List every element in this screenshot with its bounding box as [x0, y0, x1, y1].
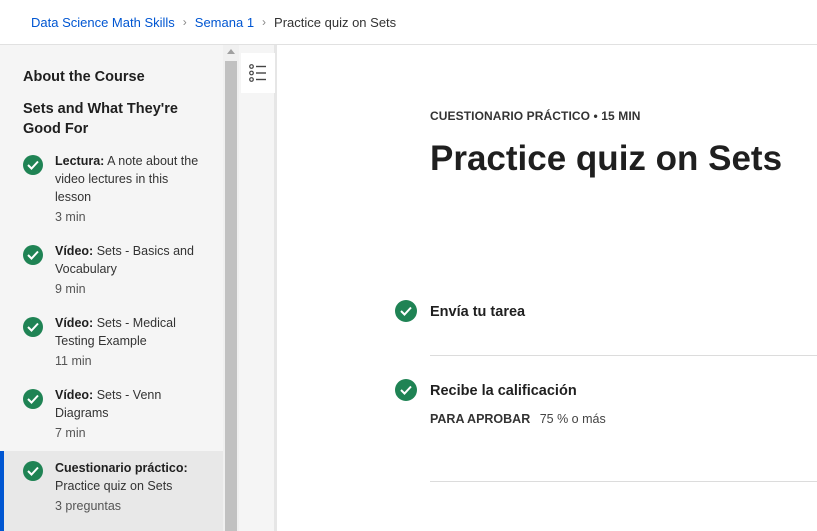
sidebar-scrollbar[interactable] [223, 45, 239, 531]
sidebar-item-label: Vídeo: Sets - Basics and Vocabulary [55, 242, 205, 278]
item-type: Cuestionario práctico: [55, 461, 188, 475]
list-outline-icon [249, 64, 266, 82]
check-circle-icon [23, 317, 43, 337]
breadcrumb-week-link[interactable]: Semana 1 [195, 15, 254, 30]
check-circle-icon [23, 389, 43, 409]
scrollbar-thumb[interactable] [225, 61, 237, 531]
sidebar-item-label: Cuestionario práctico: Practice quiz on … [55, 459, 210, 495]
sidebar-item-practice-quiz[interactable]: Cuestionario práctico: Practice quiz on … [0, 451, 223, 531]
check-circle-icon [395, 300, 417, 322]
step-receive-grade: Recibe la calificación [430, 383, 577, 399]
check-circle-icon [23, 461, 43, 481]
item-type: Vídeo: [55, 316, 94, 330]
divider [430, 481, 817, 482]
breadcrumb: Data Science Math Skills › Semana 1 › Pr… [0, 0, 817, 45]
item-duration: 3 preguntas [55, 499, 122, 513]
course-outline-button[interactable] [241, 53, 275, 93]
sidebar-item-label: Vídeo: Sets - Medical Testing Example [55, 314, 205, 350]
breadcrumb-current: Practice quiz on Sets [274, 14, 397, 30]
sidebar-item-video-medical[interactable]: Vídeo: Sets - Medical Testing Example 11… [0, 307, 223, 377]
main-content: CUESTIONARIO PRÁCTICO • 15 MIN Practice … [280, 45, 817, 531]
item-type: Vídeo: [55, 244, 94, 258]
sidebar-about-link[interactable]: About the Course [23, 67, 145, 87]
icon-rail [239, 45, 277, 531]
sidebar-module-title[interactable]: Sets and What They're Good For [23, 99, 203, 139]
sidebar-item-video-venn[interactable]: Vídeo: Sets - Venn Diagrams 7 min [0, 379, 223, 449]
item-type: Vídeo: [55, 388, 94, 402]
item-duration: 3 min [55, 210, 86, 224]
sidebar-item-video-basics[interactable]: Vídeo: Sets - Basics and Vocabulary 9 mi… [0, 235, 223, 305]
scroll-up-arrow-icon[interactable] [227, 49, 235, 54]
course-sidebar: About the Course Sets and What They're G… [0, 45, 223, 531]
chevron-right-icon: › [262, 15, 267, 29]
item-duration: 11 min [55, 354, 92, 368]
check-circle-icon [23, 245, 43, 265]
breadcrumb-course-link[interactable]: Data Science Math Skills [31, 15, 175, 30]
check-circle-icon [395, 379, 417, 401]
step-submit-assignment: Envía tu tarea [430, 304, 526, 320]
check-circle-icon [23, 155, 43, 175]
item-duration: 7 min [55, 426, 86, 440]
item-duration: 9 min [55, 282, 86, 296]
passing-grade-value: 75 % o más [539, 412, 606, 426]
sidebar-item-reading[interactable]: Lectura: A note about the video lectures… [0, 145, 223, 233]
sidebar-item-label: Lectura: A note about the video lectures… [55, 152, 205, 206]
item-type: Lectura: [55, 154, 105, 168]
passing-grade: PARA APROBAR 75 % o más [430, 412, 606, 426]
item-eyebrow: CUESTIONARIO PRÁCTICO • 15 MIN [430, 109, 641, 123]
item-title: Practice quiz on Sets [55, 479, 173, 493]
passing-grade-label: PARA APROBAR [430, 412, 531, 426]
divider [430, 355, 817, 356]
page-title: Practice quiz on Sets [430, 139, 783, 178]
chevron-right-icon: › [182, 15, 187, 29]
sidebar-item-label: Vídeo: Sets - Venn Diagrams [55, 386, 205, 422]
